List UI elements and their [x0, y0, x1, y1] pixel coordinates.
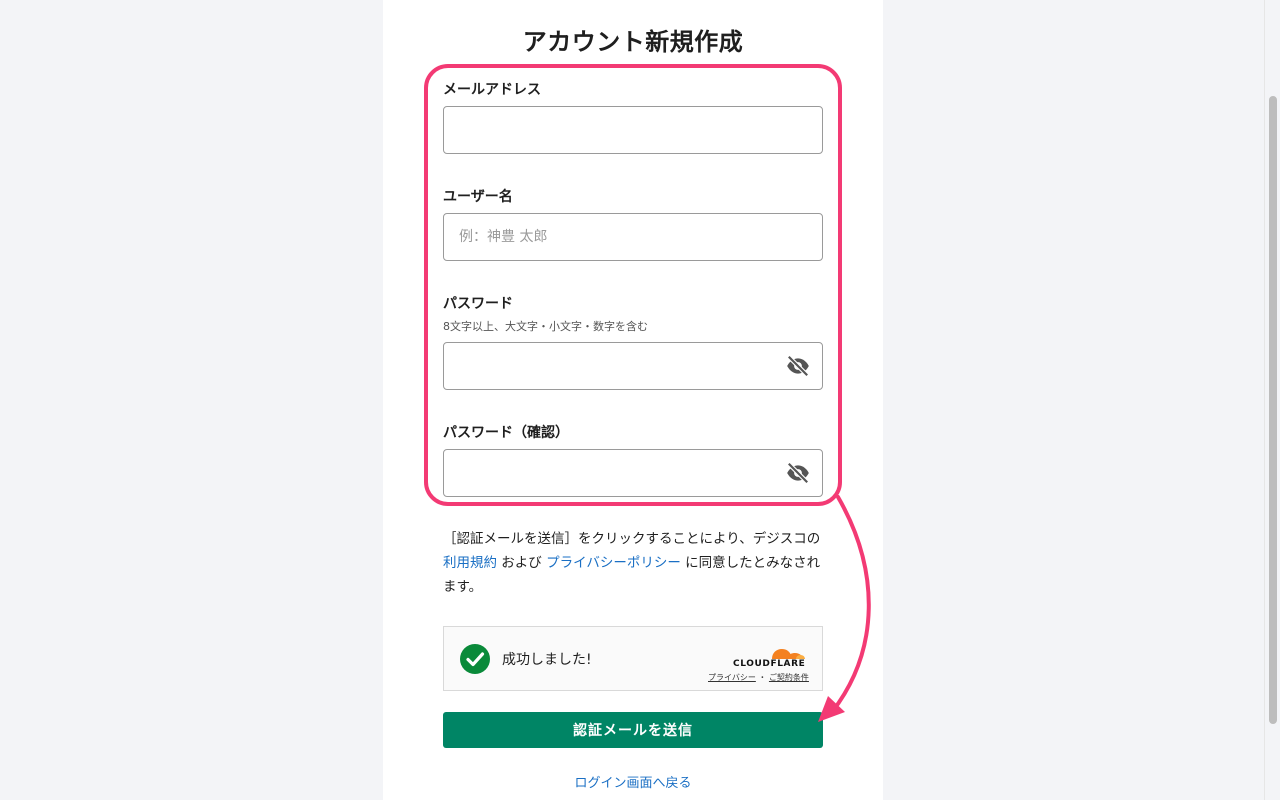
terms-prefix: ［認証メールを送信］をクリックすることにより、デジスコの [443, 531, 821, 547]
eye-slash-icon[interactable] [785, 460, 811, 486]
privacy-policy-link[interactable]: プライバシーポリシー [546, 555, 681, 571]
back-to-login-link[interactable]: ログイン画面へ戻る [383, 772, 883, 791]
page-scrollbar[interactable] [1264, 0, 1280, 800]
email-input[interactable] [443, 106, 823, 154]
send-verification-email-button[interactable]: 認証メールを送信 [443, 712, 823, 748]
password-label: パスワード [443, 296, 513, 312]
captcha-status: 成功しました! [502, 652, 592, 668]
captcha-links: プライバシー ・ ご契約条件 [708, 672, 809, 683]
password-confirm-input[interactable] [443, 449, 823, 497]
password-hint: 8文字以上、大文字・小文字・数字を含む [443, 320, 648, 333]
cloudflare-brand: CLOUDFLARE [733, 659, 806, 669]
scrollbar-thumb[interactable] [1269, 96, 1277, 724]
eye-slash-icon[interactable] [785, 353, 811, 379]
password-input[interactable] [443, 342, 823, 390]
email-label: メールアドレス [443, 82, 541, 98]
username-input[interactable] [443, 213, 823, 261]
username-label: ユーザー名 [443, 189, 513, 205]
terms-of-use-link[interactable]: 利用規約 [443, 555, 497, 571]
terms-middle: および [497, 555, 547, 571]
terms-notice: ［認証メールを送信］をクリックすることにより、デジスコの 利用規約 および プラ… [443, 527, 823, 599]
page-title: アカウント新規作成 [522, 28, 744, 56]
captcha-privacy-link[interactable]: プライバシー [708, 673, 756, 682]
signup-card: アカウント新規作成 メールアドレス ユーザー名 パスワード 8文字以上、大文字・… [383, 0, 883, 800]
password-confirm-label: パスワード（確認） [443, 425, 569, 441]
captcha-widget: 成功しました! CLOUDFLARE プライバシー ・ ご契約条件 [443, 626, 823, 691]
browser-viewport: アカウント新規作成 メールアドレス ユーザー名 パスワード 8文字以上、大文字・… [0, 0, 1280, 800]
captcha-terms-link[interactable]: ご契約条件 [769, 673, 809, 682]
check-circle-icon [460, 644, 490, 674]
captcha-link-separator: ・ [758, 673, 767, 682]
